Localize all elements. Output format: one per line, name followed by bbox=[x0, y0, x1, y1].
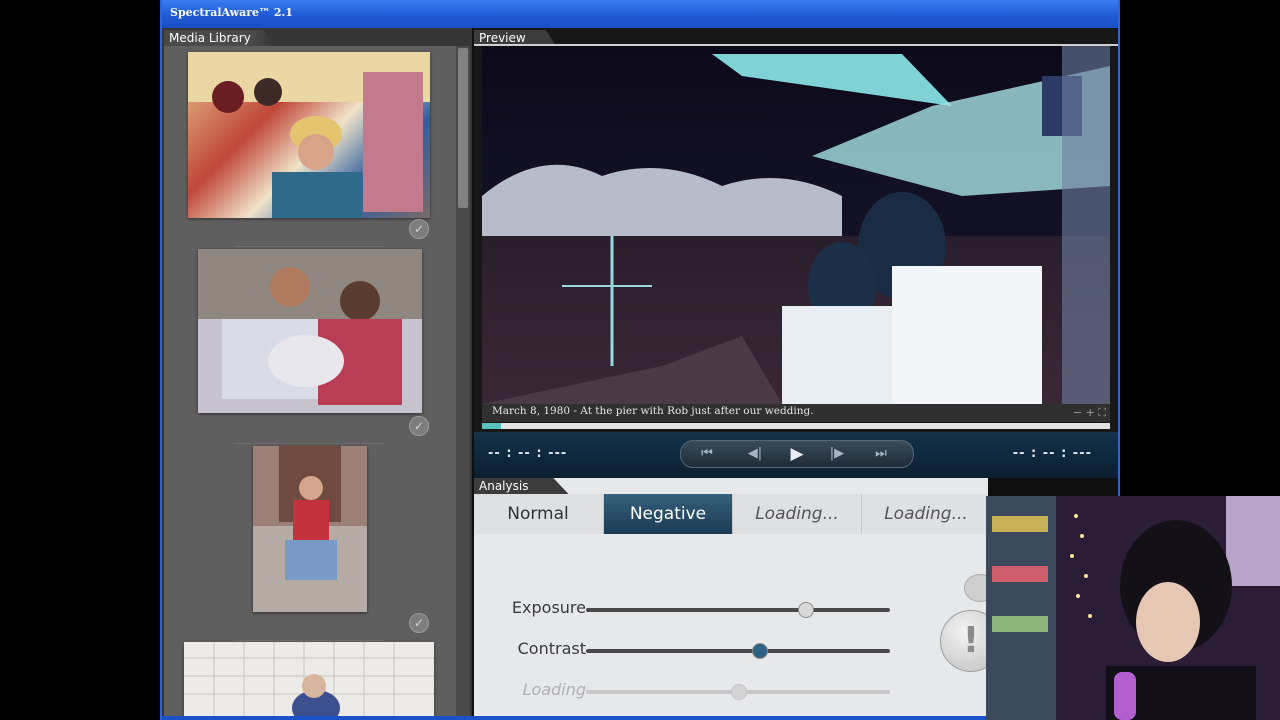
slider-knob[interactable] bbox=[731, 684, 747, 700]
library-scrollbar[interactable] bbox=[456, 46, 470, 716]
window-title: SpectralAware™ 2.1 bbox=[170, 6, 293, 19]
list-divider bbox=[234, 246, 384, 247]
mode-buttons: Normal Negative Loading... Loading... bbox=[474, 494, 988, 534]
mode-button[interactable]: Negative bbox=[603, 494, 732, 534]
analysis-panel: Analysis Normal Negative Loading... Loading… bbox=[474, 478, 1002, 716]
list-divider bbox=[234, 640, 384, 641]
transport-controls: ⏮ ◀| ▶ |▶ ⏭ bbox=[680, 440, 914, 468]
photo-couple-image bbox=[198, 249, 422, 413]
media-thumbnail-1[interactable] bbox=[188, 52, 430, 218]
negative-photo bbox=[482, 46, 1110, 404]
time-total: -- : -- : --- bbox=[1012, 446, 1092, 461]
transport-bar: -- : -- : --- ⏮ ◀| ▶ |▶ ⏭ -- : -- : --- bbox=[474, 432, 1118, 478]
play-button[interactable]: ▶ bbox=[783, 445, 811, 463]
analysis-tab: Analysis bbox=[474, 478, 569, 494]
mode-button[interactable]: Loading... bbox=[861, 494, 990, 534]
slider-track[interactable] bbox=[586, 684, 890, 700]
media-thumbnail-4[interactable] bbox=[184, 642, 434, 716]
slider-label: Exposure bbox=[511, 598, 586, 617]
step-forward-button[interactable]: |▶ bbox=[823, 445, 851, 463]
slider-knob[interactable] bbox=[797, 602, 814, 618]
photo-party-image bbox=[188, 52, 430, 218]
checkmark-icon[interactable]: ✓ bbox=[409, 613, 429, 633]
slider-track[interactable] bbox=[586, 602, 890, 618]
slider-label: Contrast bbox=[517, 639, 586, 658]
media-thumbnail-3[interactable] bbox=[253, 446, 367, 612]
preview-panel: Preview March 8, 1980 - At the pier with… bbox=[474, 28, 1118, 460]
client-area: Media Library ✓ ✓ ✓ Preview March 8, 198… bbox=[162, 28, 1118, 716]
checkmark-icon[interactable]: ✓ bbox=[409, 416, 429, 436]
slider-knob[interactable] bbox=[752, 643, 769, 659]
media-library-list[interactable]: ✓ ✓ ✓ bbox=[164, 46, 456, 716]
media-thumbnail-2[interactable] bbox=[198, 249, 422, 413]
mode-button[interactable]: Loading... bbox=[732, 494, 861, 534]
photo-child-image bbox=[253, 446, 367, 612]
webcam-overlay bbox=[986, 496, 1280, 720]
slider-label: Loading bbox=[522, 680, 586, 699]
progress-fill bbox=[482, 423, 501, 429]
skip-forward-button[interactable]: ⏭ bbox=[867, 445, 895, 463]
time-current: -- : -- : --- bbox=[488, 446, 568, 461]
scrollbar-thumb[interactable] bbox=[458, 48, 468, 208]
media-library-panel: Media Library ✓ ✓ ✓ bbox=[162, 28, 472, 716]
media-library-tab: Media Library bbox=[164, 30, 275, 46]
skip-back-button[interactable]: ⏮ bbox=[693, 445, 721, 463]
step-back-button[interactable]: ◀| bbox=[741, 445, 769, 463]
list-divider bbox=[234, 443, 384, 444]
preview-image bbox=[482, 46, 1110, 404]
photo-kitchen-image bbox=[184, 642, 434, 716]
slider-track[interactable] bbox=[586, 643, 890, 659]
streamer-camera-image bbox=[986, 496, 1280, 720]
mode-button[interactable]: Normal bbox=[474, 494, 602, 534]
checkmark-icon[interactable]: ✓ bbox=[409, 219, 429, 239]
zoom-controls[interactable]: − + ⛶ bbox=[1073, 406, 1106, 420]
playback-progress-bar[interactable] bbox=[482, 423, 1110, 429]
app-window: SpectralAware™ 2.1 Media Library ✓ ✓ ✓ P… bbox=[160, 0, 1120, 720]
photo-caption: March 8, 1980 - At the pier with Rob jus… bbox=[492, 405, 814, 417]
caption-bar: March 8, 1980 - At the pier with Rob jus… bbox=[482, 404, 1110, 422]
title-bar[interactable]: SpectralAware™ 2.1 bbox=[162, 0, 1118, 28]
